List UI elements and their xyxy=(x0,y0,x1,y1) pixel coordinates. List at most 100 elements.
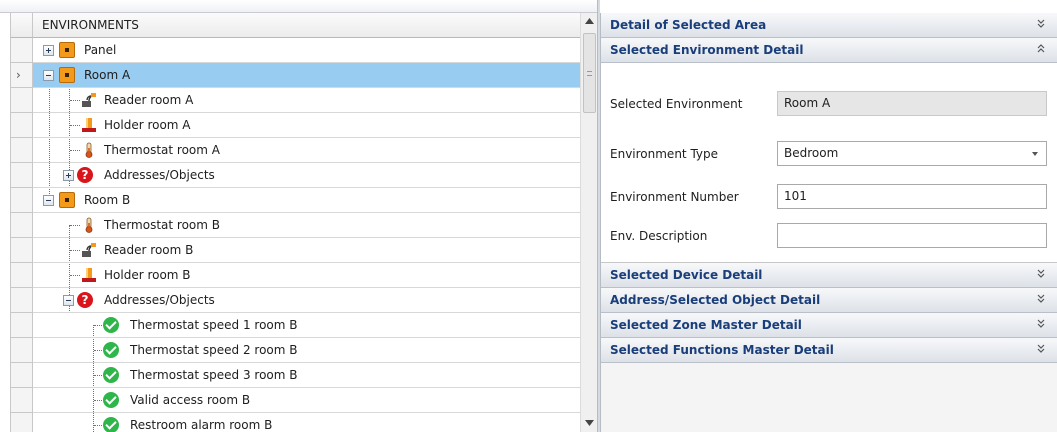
scroll-up-button[interactable] xyxy=(581,13,598,30)
expand-chevron-icon[interactable] xyxy=(1036,267,1046,281)
group-title: Address/Selected Object Detail xyxy=(610,293,821,307)
row-selector[interactable] xyxy=(10,338,33,363)
selected-environment-value: Room A xyxy=(784,96,831,110)
group-header-zone[interactable]: Selected Zone Master Detail xyxy=(601,313,1057,338)
environments-tree-panel: ENVIRONMENTS Panel › Room A Reader room … xyxy=(0,0,597,432)
env-description-input[interactable] xyxy=(784,228,1040,242)
row-selector[interactable] xyxy=(10,113,33,138)
environment-type-select[interactable]: Bedroom xyxy=(777,141,1047,166)
tree-row[interactable]: Holder room A xyxy=(0,113,580,138)
tree-connector xyxy=(70,150,80,151)
row-selector[interactable] xyxy=(10,213,33,238)
tree-row[interactable]: Restroom alarm room B xyxy=(0,413,580,432)
tree-cell: Valid access room B xyxy=(33,388,580,413)
tree-row[interactable]: Thermostat room B xyxy=(0,213,580,238)
row-selector[interactable] xyxy=(10,38,33,63)
group-header-device[interactable]: Selected Device Detail xyxy=(601,263,1057,288)
tree-connector xyxy=(94,325,102,326)
check-icon xyxy=(103,342,119,358)
tree-cell: ? Addresses/Objects xyxy=(33,163,580,188)
arrow-up-icon xyxy=(585,18,594,24)
environment-number-field[interactable] xyxy=(777,184,1047,209)
group-title: Selected Environment Detail xyxy=(610,43,804,57)
collapse-icon[interactable] xyxy=(43,70,54,81)
environment-number-label: Environment Number xyxy=(610,190,739,204)
tree-row[interactable]: Thermostat speed 1 room B xyxy=(0,313,580,338)
group-header-area[interactable]: Detail of Selected Area xyxy=(601,13,1057,38)
group-title: Selected Zone Master Detail xyxy=(610,318,802,332)
tree-row-selected[interactable]: › Room A xyxy=(0,63,580,88)
tree-node-label: Holder room A xyxy=(104,118,191,132)
environment-detail-form: Selected Environment Room A Environment … xyxy=(601,63,1057,263)
group-header-environment[interactable]: Selected Environment Detail xyxy=(601,38,1057,63)
tree-row[interactable]: ? Addresses/Objects xyxy=(0,163,580,188)
tree-cell: Room A xyxy=(33,63,580,88)
tree-cell: Thermostat speed 1 room B xyxy=(33,313,580,338)
dropdown-arrow-icon[interactable] xyxy=(1032,152,1038,156)
thermostat-icon xyxy=(81,142,97,158)
thermostat-icon xyxy=(81,217,97,233)
group-header-address[interactable]: Address/Selected Object Detail xyxy=(601,288,1057,313)
row-selector[interactable] xyxy=(10,88,33,113)
tree-vertical-scrollbar[interactable] xyxy=(580,13,597,432)
tree-row[interactable]: Thermostat speed 3 room B xyxy=(0,363,580,388)
group-title: Detail of Selected Area xyxy=(610,18,767,32)
collapse-chevron-icon[interactable] xyxy=(1036,42,1046,56)
row-selector[interactable] xyxy=(10,188,33,213)
row-selector[interactable] xyxy=(10,163,33,188)
scroll-down-button[interactable] xyxy=(581,415,598,432)
expand-chevron-icon[interactable] xyxy=(1036,17,1046,31)
column-header-environments[interactable]: ENVIRONMENTS xyxy=(33,13,580,38)
environment-number-input[interactable] xyxy=(784,189,1040,203)
tree-row[interactable]: Holder room B xyxy=(0,263,580,288)
check-icon xyxy=(103,417,119,432)
tree-connector xyxy=(70,225,80,226)
column-header-label: ENVIRONMENTS xyxy=(42,18,139,32)
scroll-thumb[interactable] xyxy=(583,33,596,113)
expand-chevron-icon[interactable] xyxy=(1036,342,1046,356)
environment-icon xyxy=(59,67,75,83)
check-icon xyxy=(103,367,119,383)
tree-top-edge xyxy=(0,0,597,13)
row-selector[interactable] xyxy=(10,363,33,388)
tree-cell: Reader room A xyxy=(33,88,580,113)
row-selector[interactable] xyxy=(10,138,33,163)
environment-type-value: Bedroom xyxy=(784,146,839,160)
expand-icon[interactable] xyxy=(43,45,54,56)
tree-cell: Thermostat speed 3 room B xyxy=(33,363,580,388)
tree-row[interactable]: Room B xyxy=(0,188,580,213)
tree-row[interactable]: Thermostat room A xyxy=(0,138,580,163)
expand-chevron-icon[interactable] xyxy=(1036,292,1046,306)
tree-node-label: Reader room B xyxy=(104,243,194,257)
expand-icon[interactable] xyxy=(63,170,74,181)
group-header-functions[interactable]: Selected Functions Master Detail xyxy=(601,338,1057,363)
tree-connector xyxy=(70,125,80,126)
env-description-label: Env. Description xyxy=(610,229,708,243)
current-row-icon: › xyxy=(16,68,21,82)
row-selector[interactable] xyxy=(10,288,33,313)
tree-node-label: Restroom alarm room B xyxy=(130,418,273,432)
detail-panel: Detail of Selected Area Selected Environ… xyxy=(600,13,1057,432)
row-selector[interactable] xyxy=(10,313,33,338)
tree-row[interactable]: ? Addresses/Objects xyxy=(0,288,580,313)
row-selector[interactable] xyxy=(10,388,33,413)
env-description-field[interactable] xyxy=(777,223,1047,248)
tree-node-label: Thermostat speed 3 room B xyxy=(130,368,298,382)
tree-cell: Holder room A xyxy=(33,113,580,138)
expand-chevron-icon[interactable] xyxy=(1036,317,1046,331)
tree-cell: Restroom alarm room B xyxy=(33,413,580,432)
tree-row[interactable]: Reader room B xyxy=(0,238,580,263)
tree-row[interactable]: Reader room A xyxy=(0,88,580,113)
tree-row[interactable]: Thermostat speed 2 room B xyxy=(0,338,580,363)
tree-connector xyxy=(70,275,80,276)
row-selector[interactable] xyxy=(10,413,33,432)
header-row-selector xyxy=(10,13,33,38)
tree-row[interactable]: Valid access room B xyxy=(0,388,580,413)
collapse-icon[interactable] xyxy=(43,195,54,206)
tree-row[interactable]: Panel xyxy=(0,38,580,63)
collapse-icon[interactable] xyxy=(63,295,74,306)
row-selector[interactable] xyxy=(10,263,33,288)
row-selector[interactable] xyxy=(10,238,33,263)
row-selector[interactable]: › xyxy=(10,63,33,88)
tree-connector xyxy=(94,400,102,401)
